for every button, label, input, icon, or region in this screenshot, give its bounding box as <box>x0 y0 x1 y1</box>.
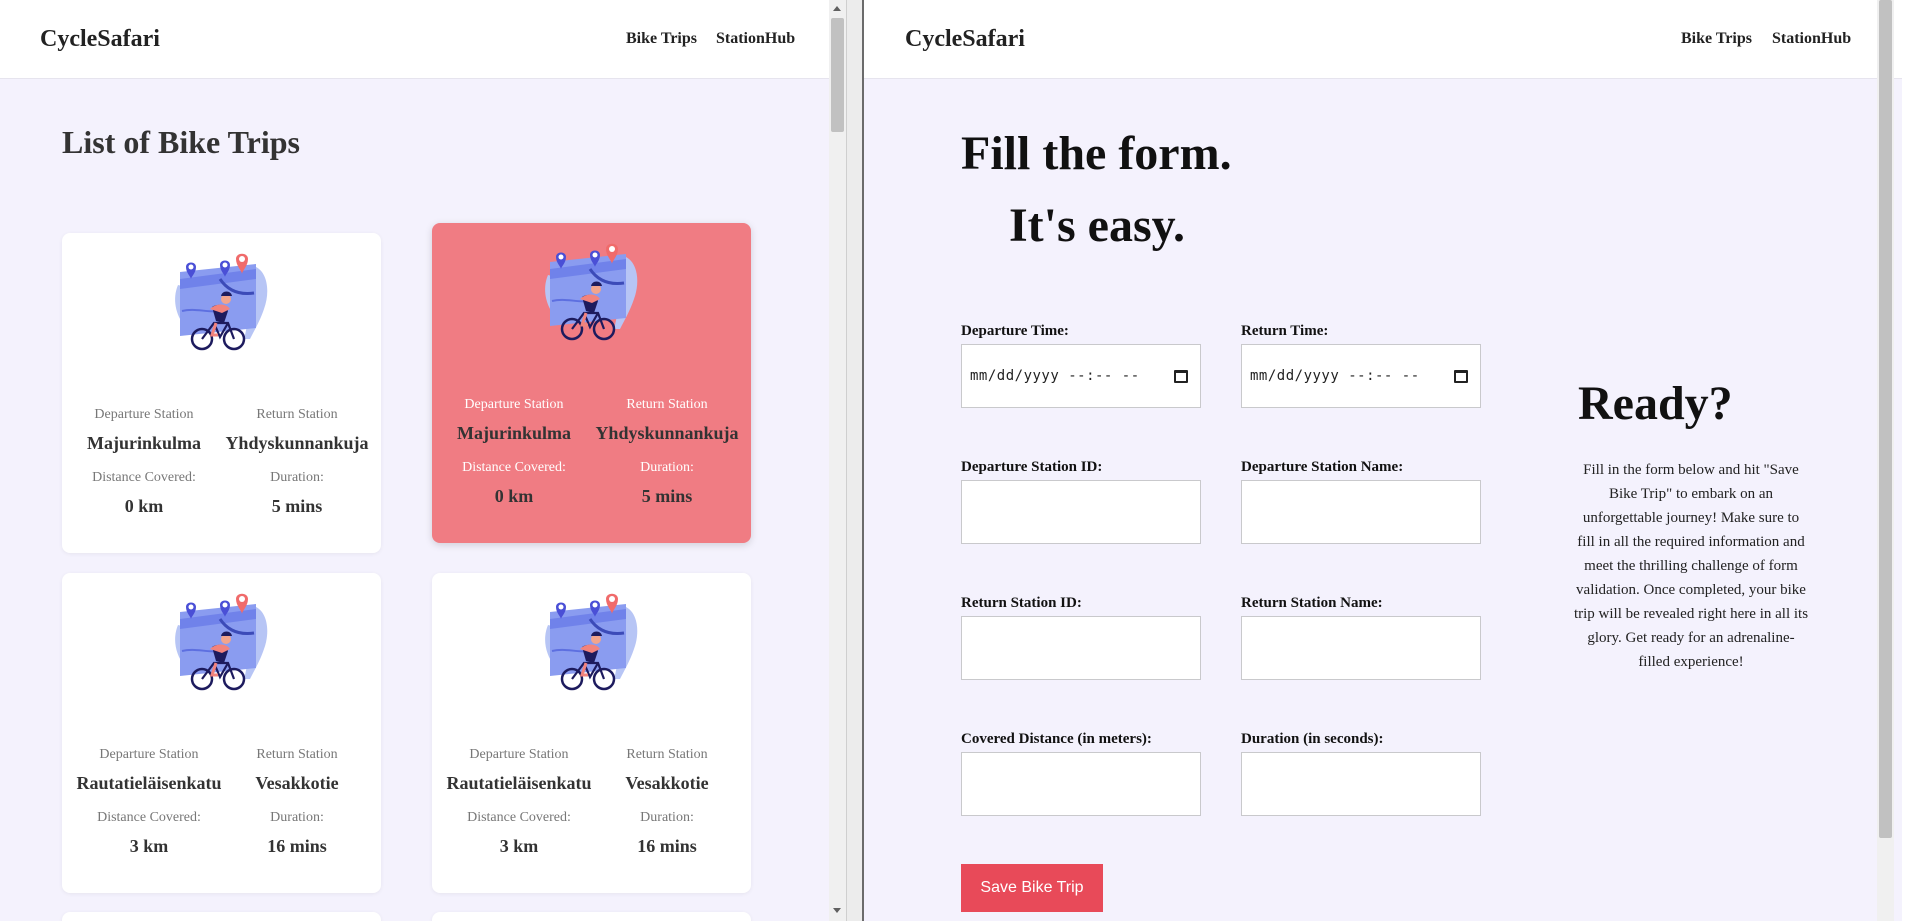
scroll-down-arrow-icon[interactable] <box>833 908 841 913</box>
distance-label: Distance Covered: <box>92 470 196 485</box>
trip-card[interactable]: Departure Station Return Station Majurin… <box>62 233 381 553</box>
form-subheading: It's easy. <box>1009 199 1186 252</box>
scroll-up-arrow-icon[interactable] <box>833 6 841 11</box>
right-pane: CycleSafari Bike Trips StationHub Fill t… <box>864 0 1902 921</box>
save-bike-trip-button[interactable]: Save Bike Trip <box>961 864 1103 912</box>
trip-card[interactable]: Departure Station Return Station Rautati… <box>432 573 751 893</box>
nav-stationhub[interactable]: StationHub <box>716 30 795 48</box>
duration-input[interactable] <box>1241 752 1481 816</box>
nav-bike-trips[interactable]: Bike Trips <box>1681 30 1752 48</box>
departure-station-label: Departure Station <box>94 407 194 422</box>
return-station-label: Return Station <box>256 407 338 422</box>
return-station-name-input[interactable] <box>1241 616 1481 680</box>
return-station-name-label: Return Station Name: <box>1241 595 1383 611</box>
distance-value: 3 km <box>499 836 539 856</box>
page-title: List of Bike Trips <box>62 124 300 160</box>
return-time-value: mm/dd/yyyy --:-- -- <box>1250 368 1420 384</box>
duration-value: 5 mins <box>271 496 323 516</box>
return-station-id-label: Return Station ID: <box>961 595 1082 611</box>
navbar: CycleSafari Bike Trips StationHub <box>864 0 1902 79</box>
return-station-value: Yhdyskunnankuja <box>595 423 739 443</box>
return-station-label: Return Station <box>256 747 338 762</box>
logo[interactable]: CycleSafari <box>905 26 1025 53</box>
cyclist-map-illustration <box>545 593 638 691</box>
navbar: CycleSafari Bike Trips StationHub <box>0 0 846 79</box>
distance-value: 3 km <box>129 836 169 856</box>
calendar-icon[interactable] <box>1174 369 1188 383</box>
return-station-label: Return Station <box>626 747 708 762</box>
duration-label: Duration: <box>270 470 324 485</box>
departure-time-value: mm/dd/yyyy --:-- -- <box>970 368 1140 384</box>
right-scrollbar[interactable] <box>1877 0 1894 921</box>
return-time-input[interactable]: mm/dd/yyyy --:-- -- <box>1241 344 1481 408</box>
distance-label: Distance Covered: <box>97 810 201 825</box>
pane-divider[interactable] <box>846 0 864 921</box>
departure-station-value: Majurinkulma <box>86 433 201 453</box>
return-station-label: Return Station <box>626 397 708 412</box>
departure-station-value: Rautatieläisenkatu <box>446 773 592 793</box>
departure-station-name-label: Departure Station Name: <box>1241 459 1404 475</box>
calendar-icon[interactable] <box>1454 369 1468 383</box>
scrollbar-thumb[interactable] <box>831 18 844 132</box>
nav-bike-trips[interactable]: Bike Trips <box>626 30 697 48</box>
trip-card-hovered[interactable]: Departure Station Return Station Majurin… <box>432 223 751 543</box>
departure-station-id-label: Departure Station ID: <box>961 459 1103 475</box>
departure-station-label: Departure Station <box>469 747 569 762</box>
ready-description: Fill in the form below and hit "Save Bik… <box>1573 462 1809 670</box>
duration-label: Duration: <box>640 810 694 825</box>
cyclist-map-illustration <box>545 243 638 341</box>
departure-station-label: Departure Station <box>99 747 199 762</box>
departure-station-value: Majurinkulma <box>456 423 571 443</box>
logo[interactable]: CycleSafari <box>40 26 160 53</box>
return-station-value: Vesakkotie <box>625 773 709 793</box>
duration-label: Duration (in seconds): <box>1241 731 1384 747</box>
trip-card-partial[interactable] <box>62 912 381 921</box>
duration-value: 16 mins <box>267 836 327 856</box>
return-station-value: Yhdyskunnankuja <box>225 433 369 453</box>
duration-label: Duration: <box>270 810 324 825</box>
scrollbar-thumb[interactable] <box>1879 0 1892 838</box>
covered-distance-label: Covered Distance (in meters): <box>961 731 1152 747</box>
left-scrollbar[interactable] <box>829 0 846 921</box>
trip-card[interactable]: Departure Station Return Station Rautati… <box>62 573 381 893</box>
return-station-id-input[interactable] <box>961 616 1201 680</box>
distance-label: Distance Covered: <box>467 810 571 825</box>
left-pane: CycleSafari Bike Trips StationHub List o… <box>0 0 846 921</box>
departure-time-label: Departure Time: <box>961 323 1069 339</box>
departure-station-label: Departure Station <box>464 397 564 412</box>
distance-value: 0 km <box>494 486 534 506</box>
departure-station-value: Rautatieläisenkatu <box>76 773 222 793</box>
trip-card-partial[interactable] <box>432 912 751 921</box>
return-station-value: Vesakkotie <box>255 773 339 793</box>
covered-distance-input[interactable] <box>961 752 1201 816</box>
duration-label: Duration: <box>640 460 694 475</box>
distance-value: 0 km <box>124 496 164 516</box>
return-time-label: Return Time: <box>1241 323 1329 339</box>
ready-heading: Ready? <box>1578 377 1733 430</box>
distance-label: Distance Covered: <box>462 460 566 475</box>
cyclist-map-illustration <box>175 593 268 691</box>
departure-station-name-input[interactable] <box>1241 480 1481 544</box>
departure-station-id-input[interactable] <box>961 480 1201 544</box>
nav-stationhub[interactable]: StationHub <box>1772 30 1851 48</box>
form-heading: Fill the form. <box>961 127 1232 180</box>
duration-value: 5 mins <box>641 486 693 506</box>
departure-time-input[interactable]: mm/dd/yyyy --:-- -- <box>961 344 1201 408</box>
duration-value: 16 mins <box>637 836 697 856</box>
cyclist-map-illustration <box>175 253 268 351</box>
